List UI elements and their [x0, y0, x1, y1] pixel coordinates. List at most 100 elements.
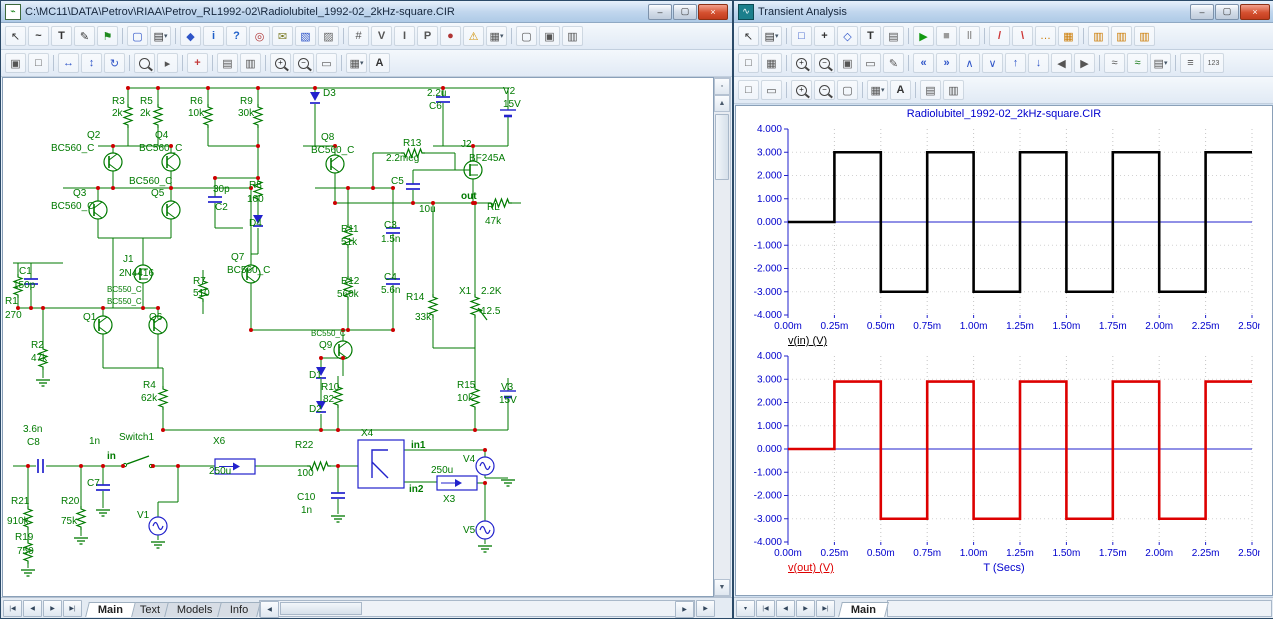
- page-nav-button[interactable]: ▶|: [63, 600, 82, 617]
- token-display-icon[interactable]: ▦: [1058, 26, 1079, 46]
- tab-info[interactable]: Info: [217, 602, 261, 617]
- copy-graph-icon[interactable]: ▤: [920, 80, 941, 100]
- vertical-scroll-thumb[interactable]: [715, 114, 729, 180]
- branch-currents-icon[interactable]: I: [394, 26, 415, 46]
- vertical-scrollbar[interactable]: ▫ ▲ ▼: [714, 77, 731, 597]
- page-manager-icon[interactable]: ▣: [539, 26, 560, 46]
- power-display-icon[interactable]: P: [417, 26, 438, 46]
- waveform-stack-icon[interactable]: ▤▾: [1150, 53, 1171, 73]
- schematic-drawing[interactable]: R32kR52kR610kR930kD32.2uC6V215VQ2BC560_C…: [3, 78, 714, 597]
- page-nav-button[interactable]: ▶: [796, 600, 815, 617]
- pane-right-button[interactable]: ▶: [696, 600, 715, 617]
- scroll-right-button[interactable]: ▶: [675, 601, 694, 618]
- zoom-mode-icon[interactable]: □: [791, 26, 812, 46]
- node-numbers-icon[interactable]: #: [348, 26, 369, 46]
- cursor-left-icon[interactable]: ◀: [1051, 53, 1072, 73]
- component-mode-icon[interactable]: ▢: [127, 26, 148, 46]
- zoom-out-icon[interactable]: −: [814, 80, 835, 100]
- scroll-split-button[interactable]: ▫: [714, 78, 730, 95]
- tab-main[interactable]: Main: [838, 602, 889, 617]
- cursor-right-icon[interactable]: ▶: [1074, 53, 1095, 73]
- align-cursor-center-icon[interactable]: ▥: [1111, 26, 1132, 46]
- pin-connections-icon[interactable]: ●: [440, 26, 461, 46]
- rotate-icon[interactable]: ↻: [104, 53, 125, 73]
- select-tool-icon[interactable]: ↖: [738, 26, 759, 46]
- help-mode-icon[interactable]: ?: [226, 26, 247, 46]
- grid-toggle-icon[interactable]: ▦▾: [486, 26, 507, 46]
- page-nav-button[interactable]: ▶: [43, 600, 62, 617]
- font-settings-icon[interactable]: A: [890, 80, 911, 100]
- page-nav-button[interactable]: ▶|: [816, 600, 835, 617]
- scroll-up-button[interactable]: ▲: [714, 95, 730, 112]
- tab-main[interactable]: Main: [85, 602, 136, 617]
- positive-slope-icon[interactable]: /: [989, 26, 1010, 46]
- close-button[interactable]: ×: [698, 4, 728, 20]
- add-page-icon[interactable]: ▢: [516, 26, 537, 46]
- page-settings-icon[interactable]: ▥: [562, 26, 583, 46]
- split-plots-icon[interactable]: ▦: [761, 53, 782, 73]
- page-nav-button[interactable]: |◀: [3, 600, 22, 617]
- font-settings-icon[interactable]: A: [369, 53, 390, 73]
- zoom-custom-icon[interactable]: ▢: [837, 80, 858, 100]
- horizontal-scrollbar[interactable]: ◀ ▶: [259, 600, 695, 617]
- plot-vout[interactable]: 0.00m0.25m0.50m0.75m1.00m1.25m1.50m1.75m…: [740, 350, 1260, 562]
- page-nav-button[interactable]: ◀: [23, 600, 42, 617]
- schematic-titlebar[interactable]: ⌁ C:\MC11\DATA\Petrov\RIAA\Petrov_RL1992…: [1, 1, 732, 23]
- one-plot-icon[interactable]: □: [738, 53, 759, 73]
- auto-scale-icon[interactable]: ▭: [860, 53, 881, 73]
- page-nav-button[interactable]: ▾: [736, 600, 755, 617]
- tag-mode-icon[interactable]: ◇: [837, 26, 858, 46]
- go-to-high-icon[interactable]: ↑: [1005, 53, 1026, 73]
- analysis-titlebar[interactable]: ∿ Transient Analysis –▢×: [734, 1, 1273, 23]
- report-mode-icon[interactable]: ✉: [272, 26, 293, 46]
- select-tool-icon[interactable]: ↖: [5, 26, 26, 46]
- minimize-button[interactable]: –: [1190, 4, 1214, 20]
- tab-models[interactable]: Models: [164, 602, 225, 617]
- cursor-mode-icon[interactable]: +: [814, 26, 835, 46]
- data-points-icon[interactable]: …: [1035, 26, 1056, 46]
- next-peak-icon[interactable]: ∧: [959, 53, 980, 73]
- negative-slope-icon[interactable]: \: [1012, 26, 1033, 46]
- minimize-button[interactable]: –: [648, 4, 672, 20]
- copy-graph-icon[interactable]: ▤▾: [761, 26, 782, 46]
- paste-icon[interactable]: ▥: [240, 53, 261, 73]
- align-cursor-left-icon[interactable]: ▥: [1088, 26, 1109, 46]
- zoom-in-icon[interactable]: +: [270, 53, 291, 73]
- schematic-canvas[interactable]: R32kR52kR610kR930kD32.2uC6V215VQ2BC560_C…: [2, 77, 714, 597]
- plot-vin[interactable]: 0.00m0.25m0.50m0.75m1.00m1.25m1.50m1.75m…: [740, 123, 1260, 335]
- run-button-icon[interactable]: ▶: [913, 26, 934, 46]
- next-valley-icon[interactable]: ∨: [982, 53, 1003, 73]
- zoom-window-icon[interactable]: ▭: [761, 80, 782, 100]
- text-mode-icon[interactable]: T: [860, 26, 881, 46]
- cursor-left-end-icon[interactable]: «: [913, 53, 934, 73]
- find-icon[interactable]: [134, 53, 155, 73]
- graphics-mode-icon[interactable]: ✎: [74, 26, 95, 46]
- zoom-out-icon[interactable]: −: [814, 53, 835, 73]
- page-nav-button[interactable]: |◀: [756, 600, 775, 617]
- flag-mode-icon[interactable]: ⚑: [97, 26, 118, 46]
- zoom-rect-icon[interactable]: □: [738, 80, 759, 100]
- zoom-fit-icon[interactable]: ▣: [837, 53, 858, 73]
- cursor-right-end-icon[interactable]: »: [936, 53, 957, 73]
- vertical-scroll-track[interactable]: [714, 112, 730, 579]
- scroll-down-button[interactable]: ▼: [714, 579, 730, 596]
- recent-parts-icon[interactable]: ▤▾: [150, 26, 171, 46]
- flip-horizontal-icon[interactable]: ↔: [58, 53, 79, 73]
- error-flags-icon[interactable]: ⚠: [463, 26, 484, 46]
- find-next-icon[interactable]: ▸: [157, 53, 178, 73]
- zoom-in-icon[interactable]: +: [791, 80, 812, 100]
- pause-button-icon[interactable]: ‖: [959, 26, 980, 46]
- plot-properties-icon[interactable]: ✎: [883, 53, 904, 73]
- window-arrange-icon[interactable]: ▣: [5, 53, 26, 73]
- maximize-button[interactable]: ▢: [1215, 4, 1239, 20]
- probe-mode-icon[interactable]: ◎: [249, 26, 270, 46]
- node-voltages-icon[interactable]: V: [371, 26, 392, 46]
- crosshair-icon[interactable]: +: [187, 53, 208, 73]
- zoom-out-icon[interactable]: −: [293, 53, 314, 73]
- wire-mode-icon[interactable]: ~: [28, 26, 49, 46]
- grid-style-icon[interactable]: ▦▾: [867, 80, 888, 100]
- zoom-area-icon[interactable]: ▭: [316, 53, 337, 73]
- go-to-low-icon[interactable]: ↓: [1028, 53, 1049, 73]
- numeric-output-icon[interactable]: ≡: [1180, 53, 1201, 73]
- scroll-left-button[interactable]: ◀: [260, 601, 279, 618]
